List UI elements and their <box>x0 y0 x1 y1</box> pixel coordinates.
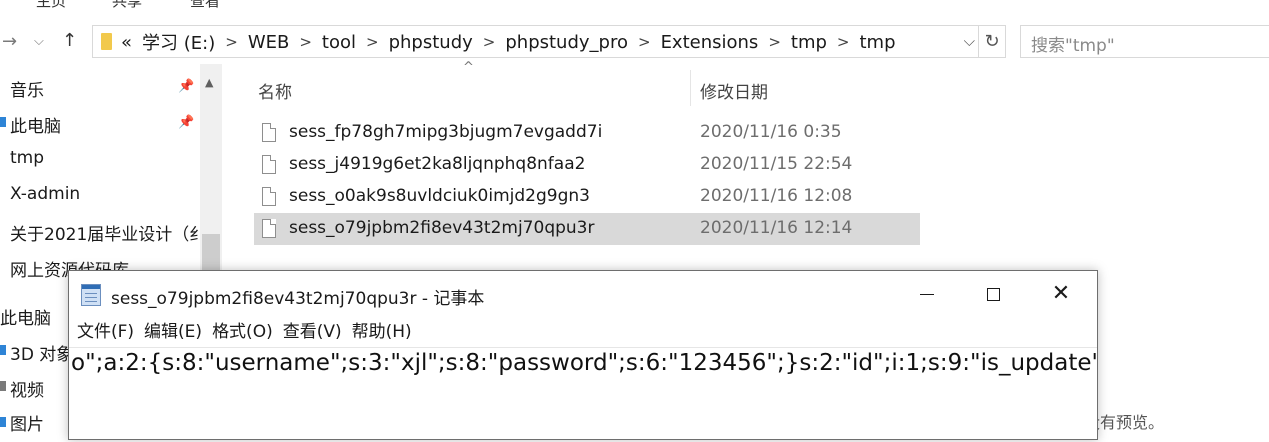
nav-item-this-pc[interactable]: 此电脑 <box>0 304 51 329</box>
address-bar[interactable]: « 学习 (E:) > WEB > tool > phpstudy > phpstudy… <box>92 25 1006 58</box>
file-modified: 2020/11/16 0:35 <box>700 122 842 142</box>
file-modified: 2020/11/16 12:14 <box>700 218 853 238</box>
breadcrumb-phpstudy[interactable]: phpstudy <box>389 32 473 53</box>
nav-item-music[interactable]: 音乐 <box>10 76 44 101</box>
notepad-text-area[interactable]: o";a:2:{s:8:"username";s:3:"xjl";s:8:"pa… <box>69 347 1097 442</box>
nav-item-tmp[interactable]: tmp <box>10 148 44 168</box>
file-modified: 2020/11/15 22:54 <box>700 154 853 174</box>
nav-item-graduation-project[interactable]: 关于2021届毕业设计（纟 <box>10 220 200 245</box>
nav-item-x-admin[interactable]: X-admin <box>10 184 80 204</box>
refresh-icon[interactable]: ↻ <box>978 26 1005 57</box>
breadcrumb-overflow[interactable]: « <box>121 32 132 53</box>
breadcrumb-web[interactable]: WEB <box>248 32 290 53</box>
notepad-content: o";a:2:{s:8:"username";s:3:"xjl";s:8:"pa… <box>71 350 1097 376</box>
computer-icon <box>0 117 6 127</box>
file-name: sess_fp78gh7mipg3bjugm7evgadd7i <box>289 122 603 142</box>
search-input[interactable]: 搜索"tmp" <box>1020 25 1269 58</box>
breadcrumb-drive[interactable]: 学习 (E:) <box>142 29 215 55</box>
nav-item-3d-objects[interactable]: 3D 对象 <box>10 340 73 365</box>
menu-view[interactable]: 查看(V) <box>283 317 342 345</box>
menu-help[interactable]: 帮助(H) <box>352 317 412 345</box>
3d-objects-icon <box>0 345 6 355</box>
file-icon <box>262 123 276 142</box>
maximize-icon <box>986 287 1000 301</box>
chevron-down-icon[interactable]: ⌵ <box>34 31 44 53</box>
file-name: sess_o0ak9s8uvldciuk0imjd2g9gn3 <box>289 186 590 206</box>
file-row[interactable]: sess_o0ak9s8uvldciuk0imjd2g9gn3 2020/11/… <box>254 181 920 213</box>
pictures-icon <box>0 417 6 427</box>
menu-format[interactable]: 格式(O) <box>212 317 273 345</box>
file-name: sess_j4919g6et2ka8ljqnphq8nfaa2 <box>289 154 586 174</box>
chevron-right-icon[interactable]: > <box>837 33 850 51</box>
file-modified: 2020/11/16 12:08 <box>700 186 853 206</box>
window-title: sess_o79jpbm2fi8ev43t2mj70qpu3r - 记事本 <box>111 289 485 309</box>
file-row[interactable]: sess_j4919g6et2ka8ljqnphq8nfaa2 2020/11/… <box>254 149 920 181</box>
menu-file[interactable]: 文件(F) <box>77 317 134 345</box>
pin-icon: 📌 <box>178 79 195 94</box>
nav-item-videos[interactable]: 视频 <box>10 376 44 401</box>
menu-edit[interactable]: 编辑(E) <box>144 317 202 345</box>
file-row[interactable]: sess_fp78gh7mipg3bjugm7evgadd7i 2020/11/… <box>254 117 920 149</box>
video-icon <box>0 381 6 391</box>
notepad-window: sess_o79jpbm2fi8ev43t2mj70qpu3r - 记事本 ✕ … <box>68 270 1098 440</box>
minimize-icon <box>920 293 934 295</box>
address-history-dropdown[interactable]: ⌵ <box>964 32 975 50</box>
folder-icon <box>101 33 112 50</box>
nav-item-pictures[interactable]: 图片 <box>10 410 44 435</box>
pin-icon: 📌 <box>178 115 195 130</box>
notepad-icon <box>81 284 101 306</box>
breadcrumb-tmp-current[interactable]: tmp <box>860 32 896 53</box>
file-row-selected[interactable]: sess_o79jpbm2fi8ev43t2mj70qpu3r 2020/11/… <box>254 213 920 245</box>
maximize-button[interactable] <box>959 271 1027 317</box>
breadcrumb: « 学习 (E:) > WEB > tool > phpstudy > phpstudy… <box>121 29 896 55</box>
column-divider[interactable] <box>690 70 691 106</box>
notepad-title-bar[interactable]: sess_o79jpbm2fi8ev43t2mj70qpu3r - 记事本 ✕ <box>69 271 1097 317</box>
close-button[interactable]: ✕ <box>1027 271 1095 317</box>
column-header-modified[interactable]: 修改日期 <box>700 78 768 103</box>
breadcrumb-phpstudy-pro[interactable]: phpstudy_pro <box>505 32 628 53</box>
chevron-right-icon[interactable]: > <box>483 33 496 51</box>
column-header-name[interactable]: 名称 <box>258 78 292 103</box>
breadcrumb-tmp-parent[interactable]: tmp <box>791 32 827 53</box>
file-icon <box>262 155 276 174</box>
close-icon: ✕ <box>1051 281 1071 306</box>
back-arrow-icon[interactable]: → <box>2 31 17 53</box>
minimize-button[interactable] <box>893 271 961 317</box>
chevron-right-icon[interactable]: > <box>299 33 312 51</box>
address-row: → ⌵ ↑ « 学习 (E:) > WEB > tool > phpstudy > ph… <box>0 0 1269 58</box>
search-placeholder: 搜索"tmp" <box>1031 36 1115 56</box>
up-arrow-icon[interactable]: ↑ <box>62 30 77 52</box>
file-icon <box>262 219 276 238</box>
chevron-right-icon[interactable]: > <box>366 33 379 51</box>
file-icon <box>262 187 276 206</box>
chevron-right-icon[interactable]: > <box>768 33 781 51</box>
nav-item-this-pc-quick[interactable]: 此电脑 <box>10 112 61 137</box>
chevron-right-icon[interactable]: > <box>638 33 651 51</box>
breadcrumb-tool[interactable]: tool <box>322 32 356 53</box>
chevron-right-icon[interactable]: > <box>225 33 238 51</box>
file-name: sess_o79jpbm2fi8ev43t2mj70qpu3r <box>289 218 595 238</box>
breadcrumb-extensions[interactable]: Extensions <box>661 32 759 53</box>
notepad-menu-bar: 文件(F) 编辑(E) 格式(O) 查看(V) 帮助(H) <box>69 317 414 345</box>
scroll-up-icon[interactable]: ▲ <box>205 76 213 89</box>
sort-ascending-icon: ^ <box>463 60 474 75</box>
